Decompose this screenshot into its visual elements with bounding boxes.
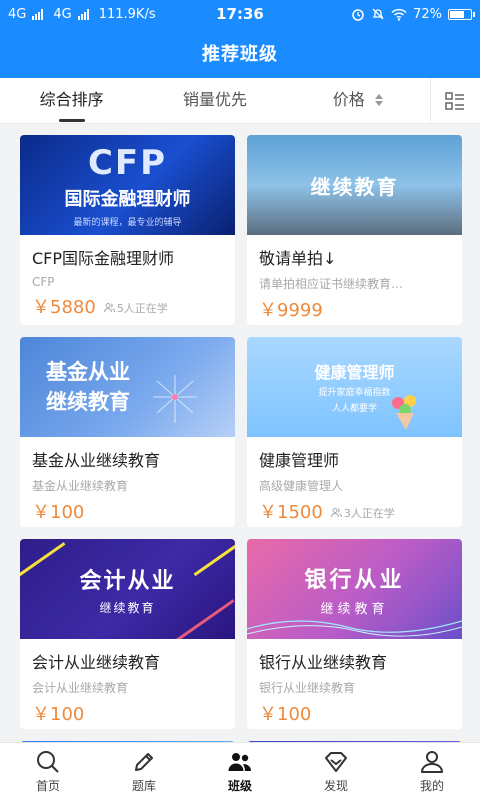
course-card-health-manager[interactable]: 健康管理师 提升家庭幸福指数 人人都要学 健康管理师 高级健康管理人 ￥1500… [247,337,462,527]
banner-main: 银行从业 [304,567,405,593]
alarm-icon [352,9,364,21]
course-title: 会计从业继续教育 [32,653,161,672]
diamond-icon [325,752,347,772]
course-banner: 会计从业 继续教育 [20,539,235,639]
class-icon [228,753,251,771]
nav-item-home[interactable]: 首页 [0,743,96,800]
mute-bell-icon [372,8,384,20]
banner-line1: 基金从业 [46,360,130,384]
course-subtitle: 请单拍相应证书继续教育… [259,277,404,291]
course-subtitle: 高级健康管理人 [259,479,344,493]
course-subtitle: 银行从业继续教育 [259,681,356,695]
learners-count: 5人正在学 [103,300,168,316]
tab-comprehensive-sort[interactable]: 综合排序 [0,78,143,124]
course-card-accounting[interactable]: 会计从业 继续教育 会计从业继续教育 会计从业继续教育 ￥100 [20,539,235,729]
nav-label: 班级 [227,779,252,793]
dandelion-icon [153,375,197,423]
list-layout-icon [445,91,465,110]
course-banner: 健康管理师 提升家庭幸福指数 人人都要学 [247,337,462,437]
status-bar: 4G 4G 111.9K/s 17:36 72% [0,0,480,28]
signal-icon [32,8,44,20]
tab-label: 价格 [332,89,365,109]
sort-bar: 综合排序 销量优先 价格 [0,77,480,124]
page-title: 推荐班级 [202,44,278,65]
banner-line2: 人人都要学 [331,404,377,414]
course-price: ￥9999 [259,300,323,321]
nav-label: 题库 [131,779,156,793]
tab-price[interactable]: 价格 [287,78,430,124]
layout-toggle-button[interactable] [429,77,480,124]
course-subtitle: 会计从业继续教育 [32,681,129,695]
banner-main: 健康管理师 [314,363,395,382]
people-icon [103,303,115,313]
banner-sub: 继续教育 [99,600,156,615]
sort-arrows-icon [374,94,383,106]
nav-item-question-bank[interactable]: 题库 [96,743,192,800]
tab-label: 综合排序 [39,89,104,109]
banner-sub: 国际金融理财师 [64,188,191,210]
banner-line1: 提升家庭幸福指数 [318,388,391,398]
network-speed: 111.9K/s [98,6,156,22]
course-price: ￥100 [259,704,312,725]
learners-label: 3人正在学 [343,506,395,520]
person-icon [421,751,443,773]
course-banner: 继续教育 [247,135,462,235]
search-icon [37,751,59,773]
course-price: ￥1500 [259,502,323,523]
course-card-cfp[interactable]: CFP 国际金融理财师 最新的课程，最专业的辅导 CFP国际金融理财师 CFP … [20,135,235,325]
app-header: 4G 4G 111.9K/s 17:36 72% 推荐班级 [0,0,480,78]
pencil-icon [135,753,153,771]
nav-item-class[interactable]: 班级 [192,743,288,800]
nav-label: 首页 [35,779,60,793]
tab-sales-first[interactable]: 销量优先 [143,78,286,124]
network-label-2: 4G [53,6,72,22]
people-icon [330,508,342,518]
course-title: 健康管理师 [259,451,340,470]
learners-label: 5人正在学 [116,301,168,315]
banner-line2: 继续教育 [46,390,130,414]
banner-main: 会计从业 [79,568,176,594]
course-banner: 银行从业 继续教育 [247,539,462,639]
course-banner: CFP 国际金融理财师 最新的课程，最专业的辅导 [20,135,235,235]
battery-percent: 72% [413,6,442,22]
signal-icon-2 [77,8,89,20]
course-title: 基金从业继续教育 [32,451,161,470]
nav-item-mine[interactable]: 我的 [384,743,480,800]
flower-bouquet-icon [392,395,416,430]
course-title: 敬请单拍↓ [259,249,337,268]
course-price: ￥100 [32,502,85,523]
decor-stripe [193,544,235,577]
network-label-1: 4G [8,6,27,22]
course-price: ￥100 [32,704,85,725]
course-price: ￥5880 [32,297,96,318]
wave-decoration [247,620,462,637]
course-banner: 基金从业 继续教育 [20,337,235,437]
learners-count: 3人正在学 [330,505,395,521]
nav-label: 发现 [323,779,348,793]
course-grid: CFP 国际金融理财师 最新的课程，最专业的辅导 CFP国际金融理财师 CFP … [20,135,462,751]
battery-icon [448,8,475,20]
course-card-banking[interactable]: 银行从业 继续教育 银行从业继续教育 银行从业继续教育 ￥100 [247,539,462,729]
nav-label: 我的 [419,779,444,793]
bottom-nav: 首页 题库 班级 发现 我的 [0,742,480,800]
tab-label: 销量优先 [182,89,247,109]
wifi-icon [391,8,407,21]
course-subtitle: 基金从业继续教育 [32,479,129,493]
course-subtitle: CFP [32,275,55,289]
decor-stripe [175,599,235,639]
nav-item-discover[interactable]: 发现 [288,743,384,800]
banner-tagline: 最新的课程，最专业的辅导 [73,217,182,228]
course-title: CFP国际金融理财师 [32,249,175,268]
banner-main: 继续教育 [310,174,399,199]
banner-main: CFP [87,142,168,183]
decor-stripe [20,542,66,579]
course-card-please-order[interactable]: 继续教育 敬请单拍↓ 请单拍相应证书继续教育… ￥9999 [247,135,462,325]
course-card-fund[interactable]: 基金从业 继续教育 基金从业继续教育 基金从业继续教育 ￥100 [20,337,235,527]
course-title: 银行从业继续教育 [259,653,388,672]
